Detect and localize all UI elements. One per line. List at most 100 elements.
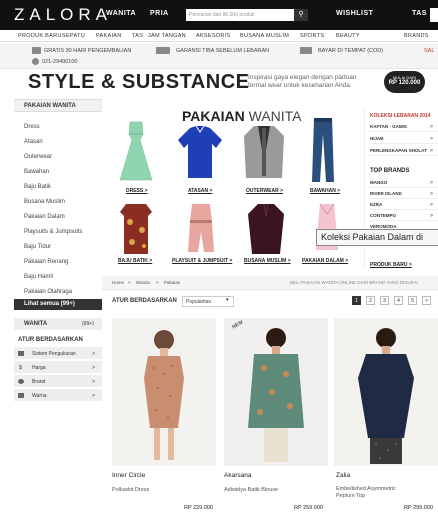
brand-ezra[interactable]: EZRA — [370, 202, 438, 210]
catnav-sports[interactable]: SPORTS — [300, 33, 324, 39]
product-brand[interactable]: Akarsana — [224, 472, 251, 479]
koleksi-lebaran-title[interactable]: KOLEKSI LEBARAN 2014 — [370, 113, 431, 119]
price-badge[interactable]: MULAI DARI RP 120.000 — [384, 71, 425, 93]
playsuit-thumb[interactable] — [186, 202, 216, 256]
sort-label: ATUR BERDASARKAN — [112, 298, 177, 304]
page-2-button[interactable]: 2 — [366, 296, 375, 305]
crumb-separator: > — [128, 280, 131, 285]
crumb-pakaian: Pakaian — [164, 280, 181, 285]
product-image[interactable] — [334, 318, 438, 466]
brand-mango[interactable]: MANGO — [370, 180, 438, 188]
crumb-wanita[interactable]: Wanita — [136, 280, 150, 285]
chevron-right-icon: > — [430, 124, 433, 130]
sidebar-item-pakaian-dalam[interactable]: Pakaian Dalam — [24, 214, 65, 220]
cat-label-playsuit[interactable]: PLAYSUIT & JUMPSUIT > — [172, 258, 232, 264]
sidebar-heading: PAKAIAN WANITA — [14, 99, 102, 112]
cat-label-atasan[interactable]: ATASAN > — [188, 188, 212, 194]
cod-text[interactable]: BAYAR DI TEMPAT (COD) — [318, 48, 383, 54]
return-icon — [32, 47, 41, 54]
filter-brand[interactable] — [14, 375, 102, 388]
nav-tas[interactable]: TAS — [412, 10, 427, 17]
filter-label: Harga — [32, 365, 46, 371]
page-1-button[interactable]: 1 — [352, 296, 361, 305]
page-3-button[interactable]: 3 — [380, 296, 389, 305]
sale-link[interactable]: SAL — [424, 48, 434, 54]
brand-river-island[interactable]: RIVER ISLAND — [370, 191, 438, 199]
catnav-brands[interactable]: BRANDS — [404, 33, 429, 39]
sidebar-item-outerwear[interactable]: Outerwear — [24, 154, 52, 160]
chevron-right-icon: > — [430, 180, 433, 186]
busana-muslim-thumb[interactable] — [246, 202, 286, 256]
tooltip: Koleksi Pakaian Dalam di — [316, 229, 438, 246]
catnav-jam-tangan[interactable]: JAM TANGAN — [148, 33, 186, 39]
catnav-aksesoris[interactable]: AKSESORIS — [196, 33, 231, 39]
atasan-thumb[interactable] — [176, 124, 224, 180]
product-name[interactable]: Embellished Asymmetric Peplum Top — [336, 486, 412, 500]
cat-label-pakaian-dalam[interactable]: PAKAIAN DALAM > — [302, 258, 348, 264]
sidebar-item-pakaian-renang[interactable]: Pakaian Renang — [24, 259, 68, 265]
guarantee-text[interactable]: GARANSI TIBA SEBELUM LEBARAN — [176, 48, 269, 54]
free-return-text[interactable]: GRATIS 30 HARI PENGEMBALIAN — [44, 48, 131, 54]
link-kaftan-gamis[interactable]: KAFTAN - GAMIS — [370, 124, 438, 132]
link-hijab[interactable]: HIJAB — [370, 136, 438, 144]
palette-icon — [18, 393, 24, 398]
sidebar-item-atasan[interactable]: Atasan — [24, 139, 43, 145]
filter-harga[interactable] — [14, 361, 102, 374]
sidebar-item-baju-tidur[interactable]: Baju Tidur — [24, 244, 51, 250]
cat-label-baju-batik[interactable]: BAJU BATIK > — [118, 258, 152, 264]
show-all-button[interactable]: Lihat semua (99+) — [14, 299, 102, 310]
nav-pria[interactable]: PRIA — [150, 10, 169, 17]
outerwear-thumb[interactable] — [242, 122, 286, 182]
cat-label-dress[interactable]: DRESS > — [126, 188, 148, 194]
chevron-right-icon: > — [430, 202, 433, 208]
catnav-produk-baru[interactable]: PRODUK BARU — [18, 33, 62, 39]
sidebar-item-dress[interactable]: Dress — [24, 124, 40, 130]
sidebar-item-playsuits[interactable]: Playsuits & Jumpsuits — [24, 229, 82, 235]
product-image[interactable] — [112, 318, 216, 466]
cat-label-outerwear[interactable]: OUTERWEAR > — [246, 188, 283, 194]
produk-baru-link[interactable]: PRODUK BARU > — [370, 262, 412, 268]
dress-thumb[interactable] — [114, 120, 158, 184]
catnav-pakaian[interactable]: PAKAIAN — [96, 33, 122, 39]
link-perlengkapan-sholat[interactable]: PERLENGKAPAN SHOLAT — [370, 148, 438, 156]
product-name[interactable]: Adiwidya Batik Blouse — [224, 487, 324, 494]
bawahan-thumb[interactable] — [310, 116, 336, 186]
catnav-busana-muslim[interactable]: BUSANA MUSLIM — [240, 33, 289, 39]
product-price: RP 259.000 — [294, 505, 323, 511]
catnav-sepatu[interactable]: SEPATU — [62, 33, 85, 39]
brand-contempo[interactable]: CONTEMPO — [370, 213, 438, 221]
product-brand[interactable]: Inner Circle — [112, 472, 145, 479]
catnav-tas[interactable]: TAS — [132, 33, 143, 39]
product-name[interactable]: Polkadot Dress — [112, 487, 212, 494]
zalora-logo[interactable]: ZALORA — [14, 5, 112, 25]
product-brand[interactable]: Zalia — [336, 472, 350, 479]
nav-wishlist[interactable]: WISHLIST — [336, 10, 373, 17]
filter-warna[interactable] — [14, 389, 102, 402]
search-icon: ⚲ — [298, 11, 304, 18]
page-5-button[interactable]: 5 — [408, 296, 417, 305]
search-button[interactable]: ⚲ — [294, 9, 308, 21]
page-4-button[interactable]: 4 — [394, 296, 403, 305]
phone-icon — [32, 58, 39, 65]
sidebar-item-baju-batik[interactable]: Baju Batik — [24, 184, 51, 190]
sidebar-item-pakaian-olahraga[interactable]: Pakaian Olahraga — [24, 289, 72, 295]
ruler-icon — [18, 351, 24, 356]
nav-wanita[interactable]: WANITA — [106, 10, 136, 17]
sidebar-item-baju-hamil[interactable]: Baju Hamil — [24, 274, 53, 280]
phone-number: 021-29490100 — [42, 59, 78, 65]
cat-label-bawahan[interactable]: BAWAHAN > — [310, 188, 340, 194]
next-page-button[interactable]: > — [422, 296, 431, 305]
crumb-home[interactable]: Home — [112, 280, 124, 285]
sidebar-item-busana-muslim[interactable]: Busana Muslim — [24, 199, 65, 205]
cat-label-busana-muslim[interactable]: BUSANA MUSLIM > — [244, 258, 291, 264]
cart-icon[interactable] — [430, 8, 438, 22]
product-image[interactable] — [224, 318, 328, 466]
baju-batik-thumb[interactable] — [118, 202, 154, 256]
breadcrumb-description: BELI PAKAIAN WANITA ONLINE DARI BRAND YA… — [290, 280, 419, 285]
chevron-right-icon: > — [92, 365, 95, 371]
search-input[interactable]: Pencarian dari 90.000 produk — [186, 9, 294, 21]
sidebar-item-bawahan[interactable]: Bawahan — [24, 169, 49, 175]
product-price: RP 229.000 — [184, 505, 213, 511]
catnav-beauty[interactable]: BEAUTY — [336, 33, 360, 39]
chevron-right-icon: > — [430, 213, 433, 219]
